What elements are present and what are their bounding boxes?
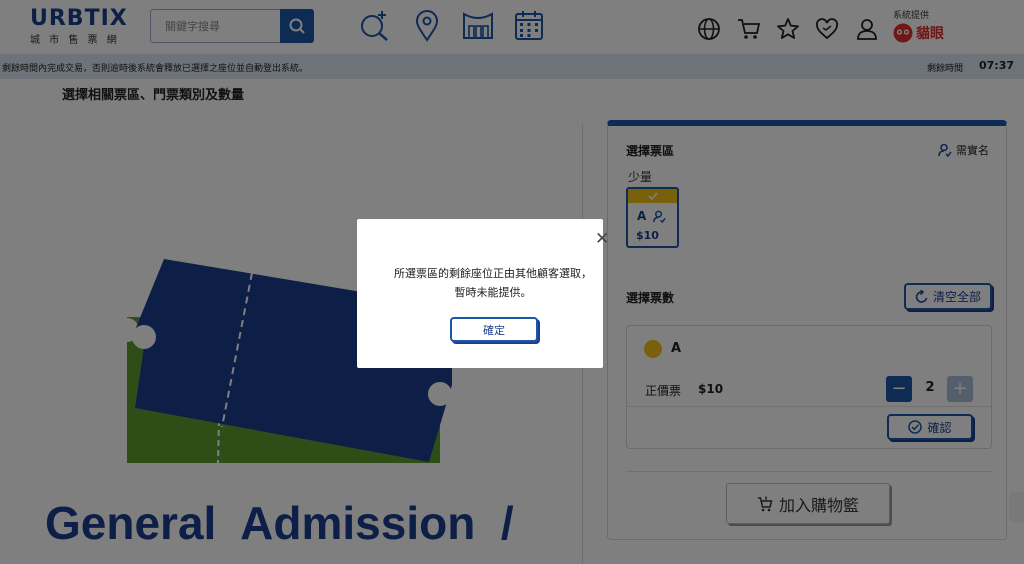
close-icon[interactable]: ✕ bbox=[595, 231, 611, 248]
dialog-ok-button[interactable]: 確定 bbox=[450, 317, 538, 342]
seat-unavailable-dialog: ✕ 所選票區的剩餘座位正由其他顧客選取，暫時未能提供。 確定 bbox=[357, 219, 609, 368]
dialog-message: 所選票區的剩餘座位正由其他顧客選取，暫時未能提供。 bbox=[394, 267, 592, 299]
